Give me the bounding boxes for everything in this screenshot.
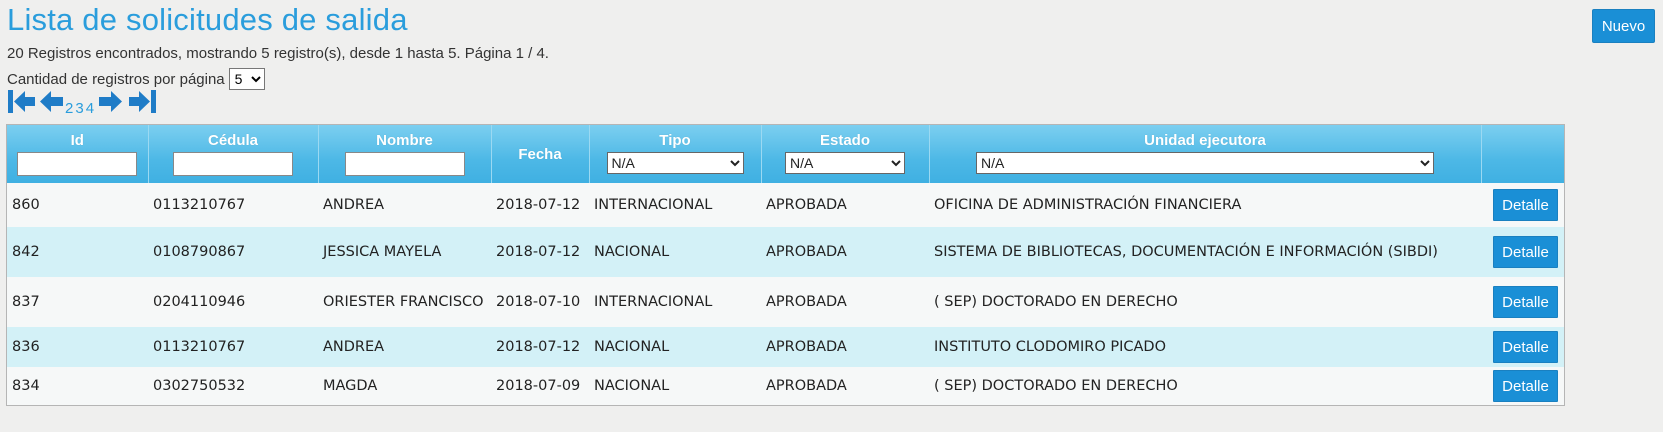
cell-nombre: JESSICA MAYELA (323, 244, 442, 260)
cell-fecha: 2018-07-10 (496, 294, 581, 310)
id-header-label: Id (70, 132, 84, 149)
cell-cedula: 0113210767 (153, 339, 246, 355)
cell-cedula: 0113210767 (153, 197, 246, 213)
cell-fecha: 2018-07-12 (496, 244, 581, 260)
cell-fecha: 2018-07-12 (496, 339, 581, 355)
cell-estado: APROBADA (766, 197, 847, 213)
detail-button[interactable]: Detalle (1493, 189, 1558, 221)
cedula-header-label: Cédula (207, 132, 258, 149)
page-link-2[interactable]: 2 (65, 100, 73, 120)
column-header-estado: Estado N/A (761, 125, 930, 183)
per-page-label: Cantidad de registros por página (7, 70, 225, 88)
cell-cedula: 0108790867 (153, 244, 246, 260)
nombre-header-label: Nombre (376, 132, 433, 149)
cell-nombre: ORIESTER FRANCISCO (323, 294, 484, 310)
table-header-row: Id Cédula Nombre Fecha Tipo N/A Estado N… (7, 125, 1564, 183)
cell-fecha: 2018-07-09 (496, 378, 581, 394)
cell-estado: APROBADA (766, 339, 847, 355)
unidad-header-label: Unidad ejecutora (1144, 132, 1266, 149)
cell-tipo: INTERNACIONAL (594, 197, 713, 213)
next-page-icon[interactable] (98, 88, 123, 120)
page-title: Lista de solicitudes de salida (7, 2, 408, 37)
cell-unidad: SISTEMA DE BIBLIOTECAS, DOCUMENTACIÓN E … (934, 244, 1438, 260)
cell-tipo: NACIONAL (594, 339, 670, 355)
cell-tipo: NACIONAL (594, 378, 670, 394)
cell-cedula: 0204110946 (153, 294, 246, 310)
page-link-4[interactable]: 4 (86, 100, 94, 120)
cedula-filter-input[interactable] (173, 152, 293, 176)
estado-header-label: Estado (819, 132, 870, 149)
cell-fecha: 2018-07-12 (496, 197, 581, 213)
previous-page-icon[interactable] (39, 88, 64, 120)
table-row: 842 0108790867 JESSICA MAYELA 2018-07-12… (7, 227, 1564, 277)
per-page-control: Cantidad de registros por página 5 (7, 68, 265, 90)
unidad-filter-select[interactable]: N/A (976, 152, 1434, 174)
estado-filter-select[interactable]: N/A (785, 152, 905, 174)
id-filter-input[interactable] (17, 152, 138, 176)
last-page-icon[interactable] (128, 88, 157, 120)
detail-button[interactable]: Detalle (1493, 331, 1558, 363)
table-row: 836 0113210767 ANDREA 2018-07-12 NACIONA… (7, 327, 1564, 367)
column-header-tipo: Tipo N/A (589, 125, 762, 183)
cell-nombre: ANDREA (323, 339, 385, 355)
cell-unidad: INSTITUTO CLODOMIRO PICADO (934, 339, 1167, 355)
cell-estado: APROBADA (766, 294, 847, 310)
table-row: 860 0113210767 ANDREA 2018-07-12 INTERNA… (7, 183, 1564, 227)
tipo-header-label: Tipo (659, 132, 691, 149)
column-header-unidad: Unidad ejecutora N/A (929, 125, 1482, 183)
requests-table: Id Cédula Nombre Fecha Tipo N/A Estado N… (6, 124, 1565, 406)
cell-unidad: ( SEP) DOCTORADO EN DERECHO (934, 294, 1178, 310)
column-header-actions (1481, 125, 1564, 183)
cell-cedula: 0302750532 (153, 378, 246, 394)
page-link-3[interactable]: 3 (75, 100, 83, 120)
new-button[interactable]: Nuevo (1592, 9, 1655, 43)
cell-id: 836 (12, 339, 40, 355)
cell-estado: APROBADA (766, 244, 847, 260)
column-header-nombre: Nombre (318, 125, 492, 183)
cell-id: 860 (12, 197, 40, 213)
detail-button[interactable]: Detalle (1493, 286, 1558, 318)
table-row: 834 0302750532 MAGDA 2018-07-09 NACIONAL… (7, 367, 1564, 405)
table-row: 837 0204110946 ORIESTER FRANCISCO 2018-0… (7, 277, 1564, 327)
column-header-id: Id (7, 125, 149, 183)
cell-estado: APROBADA (766, 378, 847, 394)
tipo-filter-select[interactable]: N/A (606, 152, 744, 174)
cell-tipo: INTERNACIONAL (594, 294, 713, 310)
fecha-header-label: Fecha (518, 145, 562, 163)
detail-button[interactable]: Detalle (1493, 236, 1558, 268)
pagination: 2 3 4 (7, 90, 157, 120)
column-header-fecha: Fecha (491, 125, 590, 183)
column-header-cedula: Cédula (148, 125, 319, 183)
cell-id: 842 (12, 244, 40, 260)
nombre-filter-input[interactable] (344, 152, 465, 176)
cell-unidad: OFICINA DE ADMINISTRACIÓN FINANCIERA (934, 197, 1242, 213)
cell-id: 834 (12, 378, 40, 394)
cell-tipo: NACIONAL (594, 244, 670, 260)
cell-unidad: ( SEP) DOCTORADO EN DERECHO (934, 378, 1178, 394)
detail-button[interactable]: Detalle (1493, 370, 1558, 402)
cell-nombre: MAGDA (323, 378, 378, 394)
first-page-icon[interactable] (7, 88, 36, 120)
cell-id: 837 (12, 294, 40, 310)
per-page-select[interactable]: 5 (228, 68, 265, 90)
cell-nombre: ANDREA (323, 197, 385, 213)
records-summary: 20 Registros encontrados, mostrando 5 re… (7, 45, 549, 62)
